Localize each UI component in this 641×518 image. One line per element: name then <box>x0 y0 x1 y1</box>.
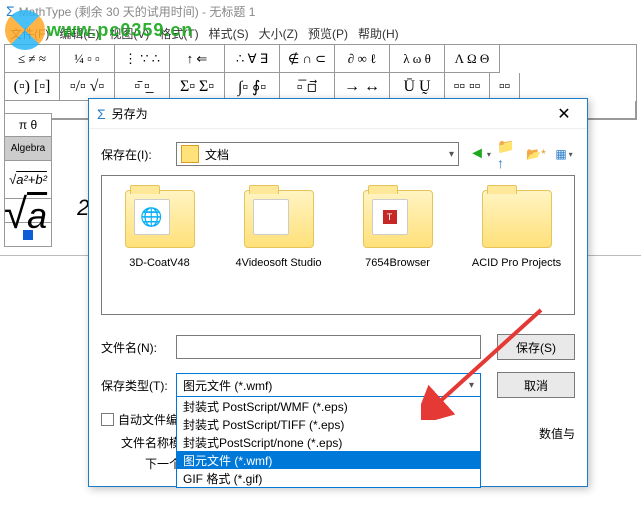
folder-icon: 🌐 <box>125 190 195 248</box>
save-in-row: 保存在(I): 文档 ▾ ◄▾ 📁↑ 📂* ▦▾ <box>101 139 575 169</box>
folder-icon: T <box>363 190 433 248</box>
chevron-down-icon: ▾ <box>449 149 454 160</box>
menu-edit[interactable]: 编辑(E) <box>55 23 103 44</box>
tb-accented-u[interactable]: Ū Ṵ <box>390 73 445 101</box>
folder-item[interactable]: ACID Pro Projects <box>469 190 564 300</box>
folder-label: 7654Browser <box>350 256 445 270</box>
tb-integral[interactable]: ∫▫ ∮▫ <box>225 73 280 101</box>
menu-preview[interactable]: 预览(P) <box>304 23 352 44</box>
folder-icon <box>181 145 199 163</box>
save-as-dialog: Σ 另存为 ✕ 保存在(I): 文档 ▾ ◄▾ 📁↑ 📂* ▦▾ 🌐 3D-Co… <box>88 98 588 487</box>
filetype-dropdown: 封装式 PostScript/WMF (*.eps) 封装式 PostScrip… <box>176 396 481 488</box>
filetype-option[interactable]: 封装式 PostScript/WMF (*.eps) <box>177 397 480 415</box>
filetype-option-selected[interactable]: 图元文件 (*.wmf) <box>177 451 480 469</box>
folder-icon <box>244 190 314 248</box>
thumb-icon: T <box>372 199 408 235</box>
filetype-option[interactable]: 封装式PostScript/none (*.eps) <box>177 433 480 451</box>
tail-text: 数值与 <box>539 425 575 442</box>
filetype-row: 保存类型(T): 图元文件 (*.wmf) ▾ 封装式 PostScript/W… <box>101 371 575 399</box>
menu-help[interactable]: 帮助(H) <box>354 23 403 44</box>
location-select[interactable]: 文档 ▾ <box>176 142 459 166</box>
view-menu-button[interactable]: ▦▾ <box>553 143 575 165</box>
tb-over-under[interactable]: ▫̄ ▫̲ <box>115 73 170 101</box>
folder-label: 3D-CoatV48 <box>112 256 207 270</box>
save-in-label: 保存在(I): <box>101 146 176 163</box>
cancel-button[interactable]: 取消 <box>497 372 575 398</box>
tb-logic[interactable]: ∴ ∀ ∃ <box>225 45 280 73</box>
up-one-level-button[interactable]: 📁↑ <box>497 143 519 165</box>
tb-frac-sqrt[interactable]: ▫/▫ √▫ <box>60 73 115 101</box>
dialog-title: 另存为 <box>112 105 549 122</box>
back-button[interactable]: ◄▾ <box>469 143 491 165</box>
menu-format[interactable]: 格式(T) <box>155 23 202 44</box>
thumb-icon <box>253 199 289 235</box>
new-folder-button[interactable]: 📂* <box>525 143 547 165</box>
folder-item[interactable]: 🌐 3D-CoatV48 <box>112 190 207 300</box>
location-value: 文档 <box>205 146 229 163</box>
dialog-body: 保存在(I): 文档 ▾ ◄▾ 📁↑ 📂* ▦▾ 🌐 3D-CoatV48 4V… <box>89 129 587 486</box>
menu-size[interactable]: 大小(Z) <box>255 23 302 44</box>
tb-greek-lower[interactable]: λ ω θ <box>390 45 445 73</box>
folder-label: 4Videosoft Studio <box>231 256 326 270</box>
filename-label: 文件名(N): <box>101 339 176 356</box>
tb-relations[interactable]: ≤ ≠ ≈ <box>5 45 60 73</box>
filename-row: 文件名(N): 保存(S) <box>101 333 575 361</box>
app-title-bar: Σ MathType (剩余 30 天的试用时间) - 无标题 1 <box>0 0 641 22</box>
menu-file[interactable]: 文件(F) <box>6 23 53 44</box>
menu-style[interactable]: 样式(S) <box>205 23 253 44</box>
tb-brackets[interactable]: (▫) [▫] <box>5 73 60 101</box>
tb-greek-upper[interactable]: Λ Ω Θ <box>445 45 500 73</box>
tb-fractions[interactable]: ¼ ▫ ▫ <box>60 45 115 73</box>
folder-label: ACID Pro Projects <box>469 256 564 270</box>
dialog-sigma-icon: Σ <box>97 106 106 122</box>
tb-box[interactable]: ▫▫ <box>490 73 520 101</box>
menu-view[interactable]: 视图(V) <box>105 23 153 44</box>
tb-dots[interactable]: ⋮ ∵ ∴ <box>115 45 170 73</box>
filetype-label: 保存类型(T): <box>101 377 176 394</box>
dialog-title-bar[interactable]: Σ 另存为 ✕ <box>89 99 587 129</box>
folder-item[interactable]: T 7654Browser <box>350 190 445 300</box>
save-button[interactable]: 保存(S) <box>497 334 575 360</box>
algebra-tab[interactable]: Algebra <box>4 137 52 161</box>
thumb-icon: 🌐 <box>134 199 170 235</box>
auto-number-checkbox[interactable] <box>101 413 114 426</box>
tb-matrix[interactable]: ▫▫ ▫▫ <box>445 73 490 101</box>
tb-calc[interactable]: ∂ ∞ ℓ <box>335 45 390 73</box>
filename-input[interactable] <box>176 335 481 359</box>
app-title-text: MathType (剩余 30 天的试用时间) - 无标题 1 <box>19 3 256 20</box>
filetype-option[interactable]: GIF 格式 (*.gif) <box>177 469 480 487</box>
tb-sets[interactable]: ∉ ∩ ⊂ <box>280 45 335 73</box>
tb-sum[interactable]: Σ▫ Σ▫ <box>170 73 225 101</box>
close-button[interactable]: ✕ <box>549 99 579 129</box>
tb-accents[interactable]: ▫̅ ▫⃗ <box>280 73 335 101</box>
tb-arrows2[interactable]: → ↔ <box>335 73 390 101</box>
side-pi-theta[interactable]: π θ <box>4 113 52 137</box>
chevron-down-icon: ▾ <box>469 380 474 391</box>
filetype-option[interactable]: 封装式 PostScript/TIFF (*.eps) <box>177 415 480 433</box>
sigma-icon: Σ <box>6 3 15 19</box>
file-list[interactable]: 🌐 3D-CoatV48 4Videosoft Studio T 7654Bro… <box>101 175 575 315</box>
menu-bar: 文件(F) 编辑(E) 视图(V) 格式(T) 样式(S) 大小(Z) 预览(P… <box>0 22 641 44</box>
tb-arrows[interactable]: ↑ ⇐ <box>170 45 225 73</box>
folder-icon <box>482 190 552 248</box>
nav-icons: ◄▾ 📁↑ 📂* ▦▾ <box>469 143 575 165</box>
filetype-value: 图元文件 (*.wmf) <box>183 377 272 394</box>
folder-item[interactable]: 4Videosoft Studio <box>231 190 326 300</box>
filetype-select[interactable]: 图元文件 (*.wmf) ▾ <box>176 373 481 397</box>
